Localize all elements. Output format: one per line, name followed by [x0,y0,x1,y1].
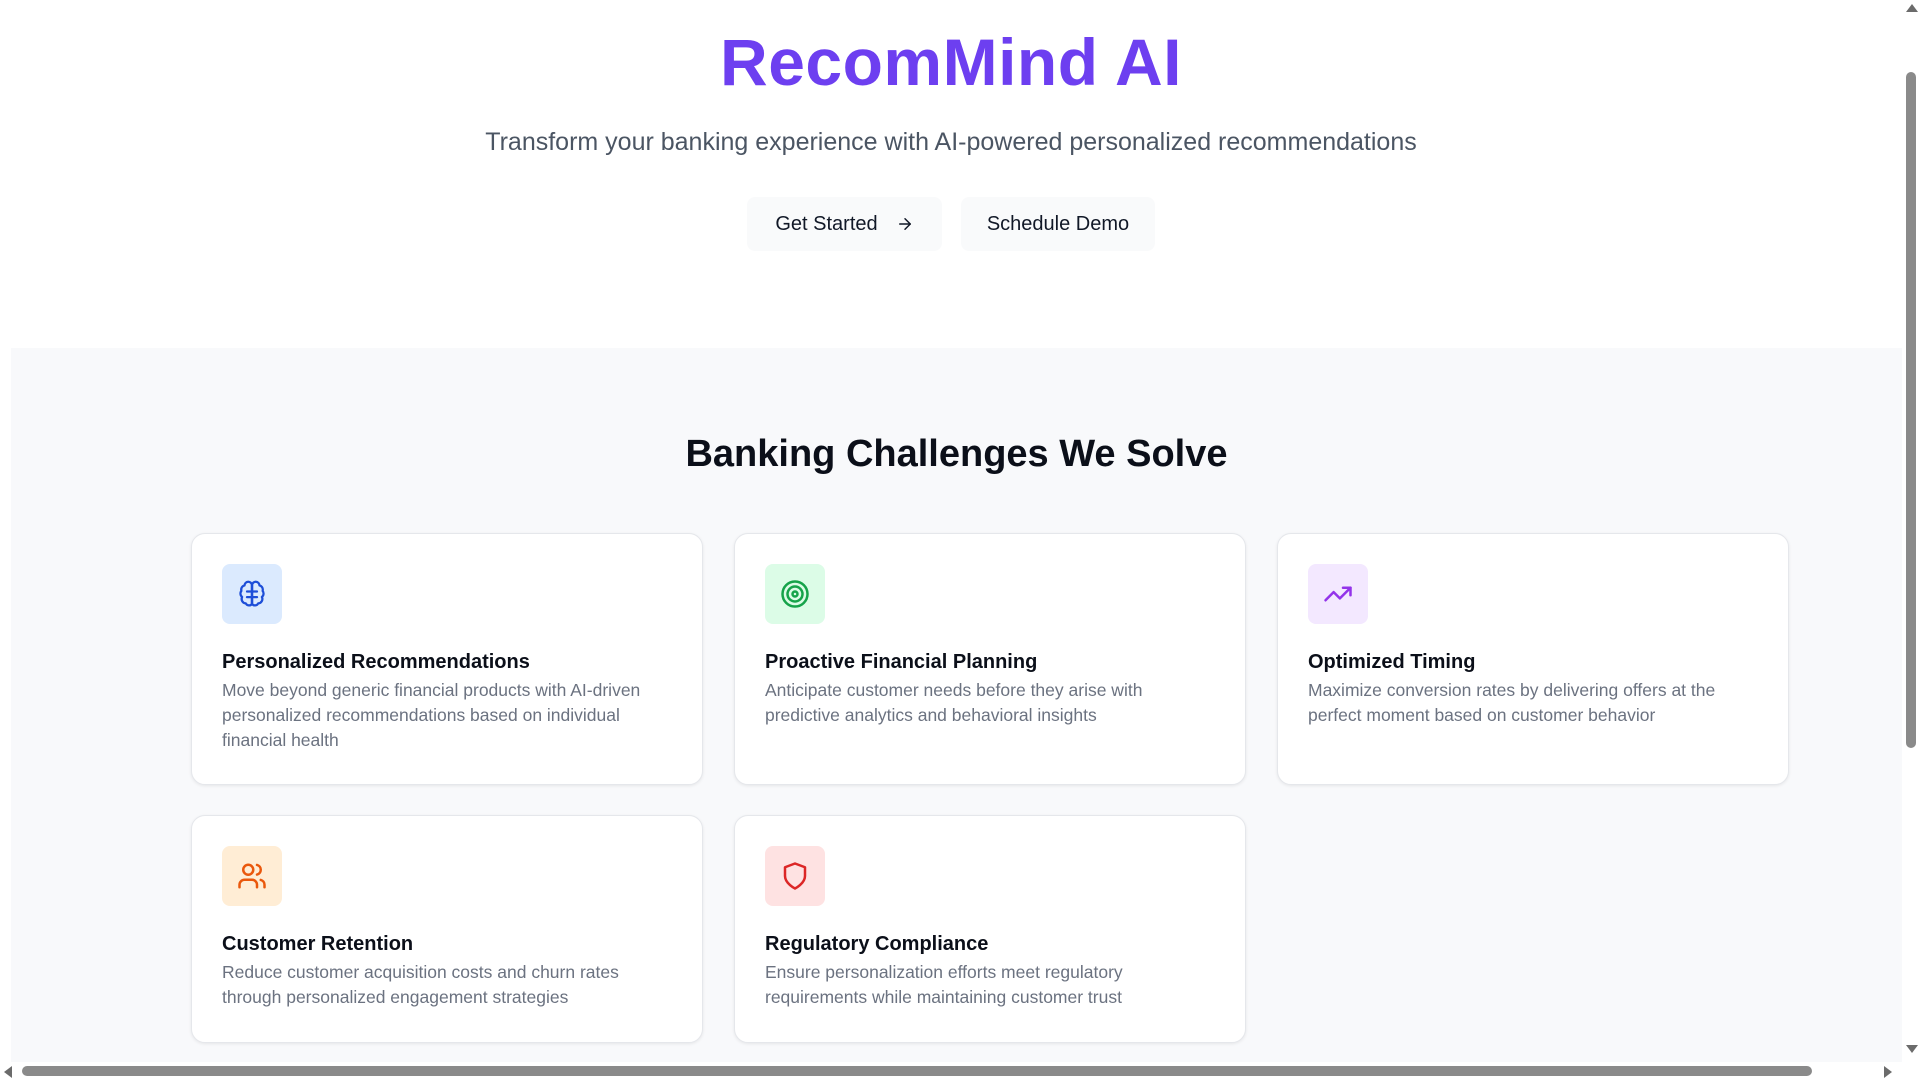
card-title: Regulatory Compliance [765,933,989,955]
challenge-card: Proactive Financial Planning Anticipate … [734,533,1246,785]
challenge-card: Customer Retention Reduce customer acqui… [191,815,703,1043]
card-description: Maximize conversion rates by delivering … [1308,680,1716,725]
hero-section: RecomMind AI Transform your banking expe… [0,0,1902,348]
schedule-demo-label: Schedule Demo [986,212,1130,235]
challenge-card: Regulatory Compliance Ensure personaliza… [734,815,1246,1043]
vertical-scrollbar[interactable] [1902,0,1920,1068]
target-icon [781,580,809,608]
scroll-down-icon[interactable] [1906,1045,1918,1053]
challenge-card: Optimized Timing Maximize conversion rat… [1277,533,1789,785]
users-icon [238,863,266,889]
card-icon-box [222,564,282,624]
hero-title: RecomMind AI [720,25,1182,99]
card-description: Ensure personalization efforts meet regu… [765,962,1123,1007]
card-title: Customer Retention [222,933,414,955]
card-title: Proactive Financial Planning [765,651,1038,673]
hero-buttons: Get Started Schedule Demo [0,197,1902,251]
card-title: Optimized Timing [1308,651,1476,673]
card-title: Personalized Recommendations [222,651,530,673]
card-icon-box [222,846,282,906]
horizontal-scroll-thumb[interactable] [22,1066,1812,1076]
scrollbar-corner [1902,1068,1920,1080]
schedule-demo-button[interactable]: Schedule Demo [961,197,1155,251]
shield-icon [783,862,807,890]
arrow-right-icon [898,218,911,230]
scroll-right-icon[interactable] [1884,1066,1892,1078]
card-description: Move beyond generic financial products w… [222,680,641,750]
page: RecomMind AI Transform your banking expe… [0,0,1920,1080]
challenges-section: Banking Challenges We Solve Personalized… [11,348,1902,1080]
card-icon-box [765,564,825,624]
get-started-button[interactable]: Get Started [747,197,942,251]
hero-subtitle: Transform your banking experience with A… [485,128,1417,156]
get-started-label: Get Started [775,212,878,235]
card-icon-box [1308,564,1368,624]
card-icon-box [765,846,825,906]
challenge-card: Personalized Recommendations Move beyond… [191,533,703,785]
trending-up-icon [1324,586,1352,602]
card-description: Anticipate customer needs before they ar… [765,680,1143,725]
vertical-scroll-thumb[interactable] [1906,72,1916,748]
horizontal-scrollbar[interactable] [0,1062,1902,1080]
scroll-up-icon[interactable] [1906,4,1918,12]
challenges-title: Banking Challenges We Solve [685,433,1228,475]
scroll-left-icon[interactable] [4,1066,12,1078]
card-description: Reduce customer acquisition costs and ch… [222,962,619,1007]
brain-icon [239,580,265,607]
